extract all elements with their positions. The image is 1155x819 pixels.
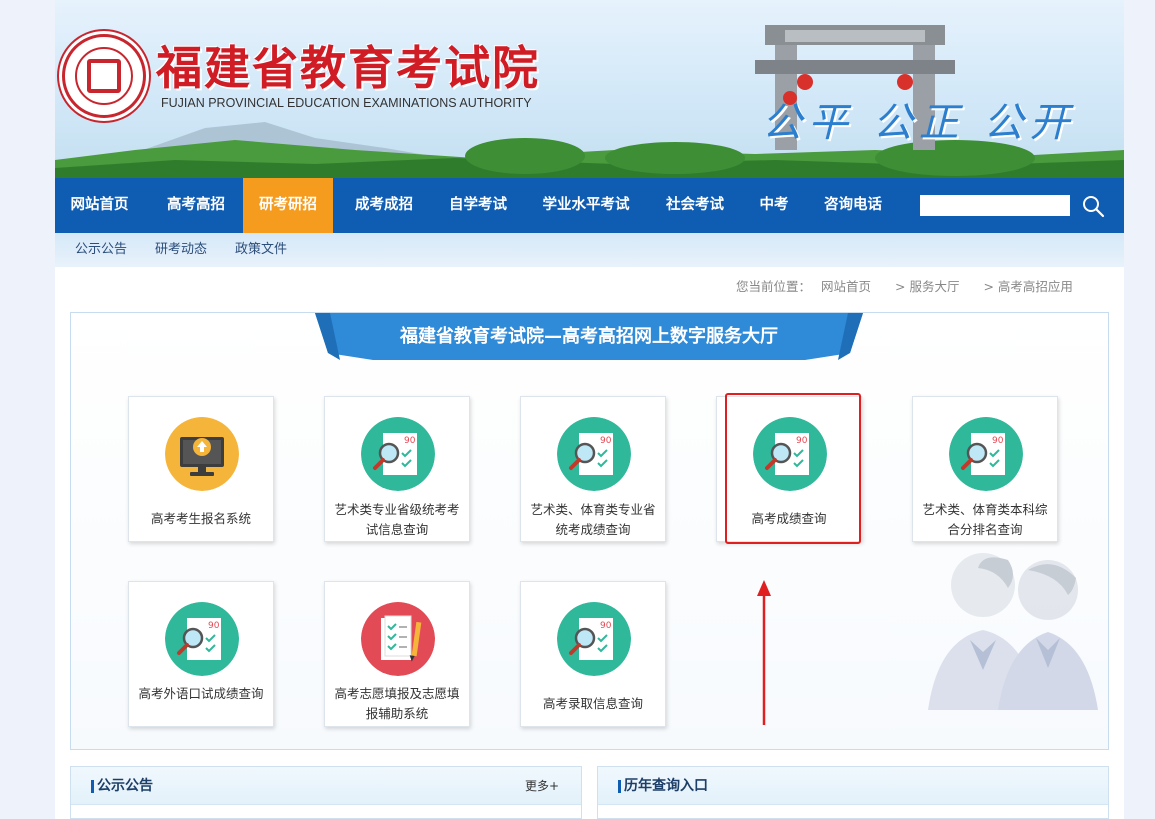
service-card-label: 高考录取信息查询	[542, 696, 643, 711]
panel-header: 历年查询入口	[598, 767, 1108, 805]
service-card-admission[interactable]: 90 高考录取信息查询	[520, 581, 666, 727]
service-hall-title: 福建省教育考试院—高考高招网上数字服务大厅	[400, 326, 778, 347]
more-link[interactable]: 更多+	[525, 767, 559, 805]
score-report-icon: 90	[557, 602, 631, 676]
nav-consult[interactable]: 咨询电话	[807, 178, 899, 233]
checklist-pencil-icon	[361, 602, 435, 676]
nav-home[interactable]: 网站首页	[55, 178, 144, 233]
breadcrumb-service-hall[interactable]: > 服务大厅	[895, 279, 959, 294]
score-badge: 90	[404, 436, 416, 446]
service-card-label: 高考成绩查询	[751, 511, 827, 526]
nav-xueye[interactable]: 学业水平考试	[525, 178, 647, 233]
authority-seal-logo	[62, 34, 146, 118]
history-query-panel: 历年查询入口	[597, 766, 1109, 819]
service-card-label: 高考志愿填报及志愿填报辅助系统	[334, 686, 460, 721]
breadcrumb: 您当前位置： 网站首页 > 服务大厅 > 高考高招应用	[736, 276, 1079, 295]
nav-zhongkao[interactable]: 中考	[745, 178, 803, 233]
site-title: 福建省教育考试院	[156, 41, 540, 95]
nav-zixue[interactable]: 自学考试	[431, 178, 525, 233]
history-query-title: 历年查询入口	[624, 778, 708, 794]
service-card-ranking[interactable]: 90 艺术类、体育类本科综合分排名查询	[912, 396, 1058, 542]
service-card-gaokao-score[interactable]: 90 高考成绩查询	[716, 396, 862, 542]
panel-accent-bar	[91, 780, 94, 793]
service-card-art-exam-info[interactable]: 90 艺术类专业省级统考考试信息查询	[324, 396, 470, 542]
score-badge: 90	[796, 436, 808, 446]
subnav-policy[interactable]: 政策文件	[235, 233, 287, 267]
announcements-panel: 公示公告 更多+	[70, 766, 582, 819]
site-subtitle: FUJIAN PROVINCIAL EDUCATION EXAMINATIONS…	[161, 96, 532, 110]
panel-header: 公示公告 更多+	[71, 767, 581, 805]
score-report-icon: 90	[557, 417, 631, 491]
nav-yankao[interactable]: 研考研招	[243, 178, 333, 233]
breadcrumb-prefix: 您当前位置：	[736, 279, 812, 294]
score-badge: 90	[992, 436, 1004, 446]
customer-service-illustration	[928, 553, 1098, 710]
score-report-icon: 90	[753, 417, 827, 491]
service-card-label: 高考外语口试成绩查询	[138, 686, 264, 701]
score-badge: 90	[600, 436, 612, 446]
panel-accent-bar	[618, 780, 621, 793]
main-nav: 网站首页 高考高招 研考研招 成考成招 自学考试 学业水平考试 社会考试 中考 …	[55, 178, 1124, 233]
service-card-registration[interactable]: 高考考生报名系统	[128, 396, 274, 542]
breadcrumb-gaokao-apps[interactable]: > 高考高招应用	[983, 279, 1072, 294]
service-card-oral-english[interactable]: 90 高考外语口试成绩查询	[128, 581, 274, 727]
service-card-label: 艺术类、体育类专业省统考成绩查询	[530, 502, 656, 537]
score-badge: 90	[208, 621, 220, 631]
announcements-title: 公示公告	[97, 778, 153, 794]
nav-chengkao[interactable]: 成考成招	[337, 178, 431, 233]
score-report-icon: 90	[361, 417, 435, 491]
breadcrumb-home[interactable]: 网站首页	[821, 279, 871, 294]
search-icon[interactable]	[1081, 194, 1105, 218]
search-input[interactable]	[920, 195, 1070, 216]
subnav-announcements[interactable]: 公示公告	[75, 233, 127, 267]
service-card-label: 高考考生报名系统	[150, 511, 251, 526]
service-card-volunteer-filing[interactable]: 高考志愿填报及志愿填报辅助系统	[324, 581, 470, 727]
computer-upload-icon	[165, 417, 239, 491]
slogan: 公平 公正 公开	[762, 100, 1076, 146]
subnav-news[interactable]: 研考动态	[155, 233, 207, 267]
service-card-label: 艺术类、体育类本科综合分排名查询	[922, 502, 1048, 537]
score-report-icon: 90	[949, 417, 1023, 491]
nav-gaokao[interactable]: 高考高招	[149, 178, 243, 233]
nav-shehui[interactable]: 社会考试	[650, 178, 740, 233]
arrow-up-icon	[757, 580, 771, 725]
service-card-label: 艺术类专业省级统考考试信息查询	[334, 502, 460, 537]
score-report-icon: 90	[165, 602, 239, 676]
sub-nav: 公示公告 研考动态 政策文件	[55, 233, 1124, 267]
service-card-art-sports-score[interactable]: 90 艺术类、体育类专业省统考成绩查询	[520, 396, 666, 542]
score-badge: 90	[600, 621, 612, 631]
